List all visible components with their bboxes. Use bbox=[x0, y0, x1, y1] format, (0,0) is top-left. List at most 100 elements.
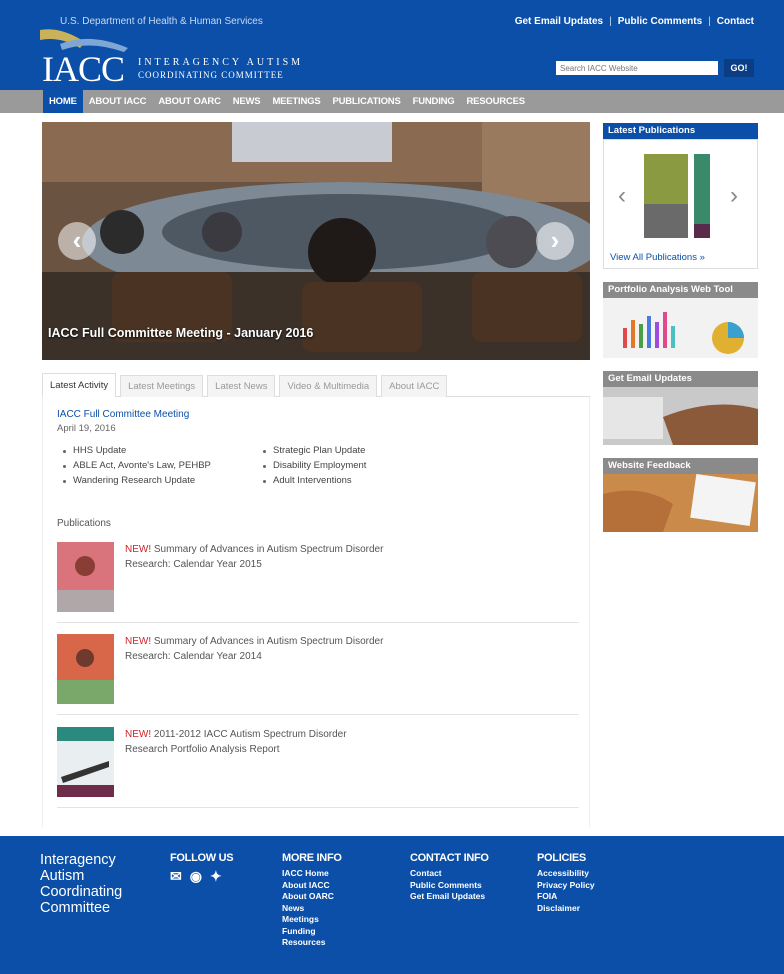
footer-link[interactable]: Accessibility bbox=[537, 868, 595, 880]
contact-link[interactable]: Contact bbox=[717, 16, 754, 27]
tab-about-iacc[interactable]: About IACC bbox=[381, 375, 448, 397]
site-footer: Interagency Autism Coordinating Committe… bbox=[0, 836, 784, 974]
publication-title-link[interactable]: NEW! Summary of Advances in Autism Spect… bbox=[125, 634, 385, 664]
new-badge: NEW! bbox=[125, 729, 152, 740]
publications-heading: Publications bbox=[57, 518, 111, 529]
footer-more-info: MORE INFO IACC Home About IACC About OAR… bbox=[282, 852, 342, 949]
latest-publications-header: Latest Publications bbox=[603, 123, 758, 139]
publication-item[interactable]: NEW! Summary of Advances in Autism Spect… bbox=[57, 542, 579, 623]
publication-title: 2011-2012 IACC Autism Spectrum Disorder … bbox=[125, 729, 347, 755]
list-item: Adult Interventions bbox=[263, 475, 463, 486]
tab-video-multimedia[interactable]: Video & Multimedia bbox=[279, 375, 378, 397]
footer-link[interactable]: Disclaimer bbox=[537, 903, 595, 915]
nav-news[interactable]: NEWS bbox=[227, 90, 267, 113]
carousel-next-icon[interactable]: › bbox=[730, 182, 738, 210]
tab-latest-meetings[interactable]: Latest Meetings bbox=[120, 375, 204, 397]
logo-subtitle-2: COORDINATING COMMITTEE bbox=[138, 70, 284, 80]
footer-link[interactable]: Meetings bbox=[282, 914, 342, 926]
publication-title: Summary of Advances in Autism Spectrum D… bbox=[125, 636, 384, 662]
hero-caption: IACC Full Committee Meeting - January 20… bbox=[48, 326, 314, 340]
divider bbox=[57, 714, 579, 715]
footer-link[interactable]: Privacy Policy bbox=[537, 880, 595, 892]
publication-cover-icon bbox=[57, 542, 114, 612]
nav-resources[interactable]: RESOURCES bbox=[460, 90, 530, 113]
footer-heading: FOLLOW US bbox=[170, 852, 234, 864]
publication-item[interactable]: NEW! Summary of Advances in Autism Spect… bbox=[57, 634, 579, 715]
footer-link[interactable]: Contact bbox=[410, 868, 489, 880]
hero-image bbox=[42, 122, 590, 360]
footer-link[interactable]: FOIA bbox=[537, 891, 595, 903]
footer-link[interactable]: About OARC bbox=[282, 891, 342, 903]
separator: | bbox=[609, 16, 612, 27]
go-button[interactable]: GO! bbox=[724, 59, 754, 77]
activity-tabs: Latest Activity Latest Meetings Latest N… bbox=[42, 373, 590, 397]
email-updates-header[interactable]: Get Email Updates bbox=[603, 371, 758, 387]
public-comments-link[interactable]: Public Comments bbox=[618, 16, 702, 27]
nav-home[interactable]: HOME bbox=[43, 90, 83, 113]
tab-latest-activity[interactable]: Latest Activity bbox=[42, 373, 117, 397]
iacc-logo[interactable]: IACC INTERAGENCY AUTISM COORDINATING COM… bbox=[40, 26, 340, 89]
laptop-image[interactable] bbox=[603, 387, 758, 445]
footer-link[interactable]: About IACC bbox=[282, 880, 342, 892]
footer-link[interactable]: Get Email Updates bbox=[410, 891, 489, 903]
nav-meetings[interactable]: MEETINGS bbox=[266, 90, 326, 113]
social-icons: ✉ ◉ ✦ bbox=[170, 868, 233, 885]
hero-prev-arrow-icon[interactable]: ‹ bbox=[58, 222, 96, 260]
footer-link[interactable]: Funding bbox=[282, 926, 342, 938]
footer-link[interactable]: Resources bbox=[282, 937, 342, 949]
logo-text: IACC bbox=[42, 49, 125, 89]
rss-icon[interactable]: ◉ bbox=[190, 868, 202, 885]
main-nav: HOME ABOUT IACC ABOUT OARC NEWS MEETINGS… bbox=[0, 90, 784, 113]
view-all-publications-link[interactable]: View All Publications » bbox=[610, 252, 705, 263]
search-input[interactable] bbox=[556, 61, 718, 75]
publication-title: Summary of Advances in Autism Spectrum D… bbox=[125, 544, 384, 570]
tab-latest-news[interactable]: Latest News bbox=[207, 375, 276, 397]
nav-funding[interactable]: FUNDING bbox=[407, 90, 461, 113]
hero-slider[interactable]: ‹ › IACC Full Committee Meeting - Januar… bbox=[42, 122, 590, 360]
twitter-icon[interactable]: ✦ bbox=[210, 868, 222, 885]
portfolio-analysis-header[interactable]: Portfolio Analysis Web Tool bbox=[603, 282, 758, 298]
footer-contact: CONTACT INFO Contact Public Comments Get… bbox=[410, 852, 489, 903]
list-item: HHS Update bbox=[63, 445, 263, 456]
email-icon[interactable]: ✉ bbox=[170, 868, 182, 885]
publication-cover-icon bbox=[57, 634, 114, 704]
nav-publications[interactable]: PUBLICATIONS bbox=[326, 90, 406, 113]
activity-date: April 19, 2016 bbox=[57, 423, 116, 434]
divider bbox=[57, 807, 579, 808]
email-updates-link[interactable]: Get Email Updates bbox=[515, 16, 603, 27]
portfolio-chart-image[interactable] bbox=[603, 298, 758, 358]
footer-policies: POLICIES Accessibility Privacy Policy FO… bbox=[537, 852, 595, 914]
footer-title: Interagency Autism Coordinating Committe… bbox=[40, 852, 123, 916]
publication-title-link[interactable]: NEW! 2011-2012 IACC Autism Spectrum Diso… bbox=[125, 727, 385, 757]
list-item: Wandering Research Update bbox=[63, 475, 263, 486]
hero-next-arrow-icon[interactable]: › bbox=[536, 222, 574, 260]
activity-bullets: HHS Update Strategic Plan Update ABLE Ac… bbox=[63, 445, 463, 486]
site-header: U.S. Department of Health & Human Servic… bbox=[0, 0, 784, 90]
publication-title-link[interactable]: NEW! Summary of Advances in Autism Spect… bbox=[125, 542, 385, 572]
publication-cover-icon bbox=[57, 727, 114, 797]
list-item: Strategic Plan Update bbox=[263, 445, 463, 456]
nav-about-oarc[interactable]: ABOUT OARC bbox=[152, 90, 226, 113]
footer-link[interactable]: News bbox=[282, 903, 342, 915]
new-badge: NEW! bbox=[125, 636, 152, 647]
publication-item[interactable]: NEW! 2011-2012 IACC Autism Spectrum Diso… bbox=[57, 727, 579, 808]
publication-cover-icon bbox=[644, 154, 710, 238]
separator: | bbox=[708, 16, 711, 27]
website-feedback-header[interactable]: Website Feedback bbox=[603, 458, 758, 474]
footer-follow: FOLLOW US ✉ ◉ ✦ bbox=[170, 852, 234, 885]
carousel-prev-icon[interactable]: ‹ bbox=[618, 182, 626, 210]
footer-link[interactable]: IACC Home bbox=[282, 868, 342, 880]
latest-publications-carousel: ‹ › View All Publications » bbox=[603, 139, 758, 269]
activity-title-link[interactable]: IACC Full Committee Meeting bbox=[57, 409, 189, 420]
feedback-image[interactable] bbox=[603, 474, 758, 532]
footer-heading: CONTACT INFO bbox=[410, 852, 489, 864]
tab-content: IACC Full Committee Meeting April 19, 20… bbox=[42, 397, 590, 827]
footer-heading: MORE INFO bbox=[282, 852, 342, 864]
logo-subtitle-1: INTERAGENCY AUTISM bbox=[138, 57, 304, 68]
footer-link[interactable]: Public Comments bbox=[410, 880, 489, 892]
new-badge: NEW! bbox=[125, 544, 152, 555]
list-item: ABLE Act, Avonte's Law, PEHBP bbox=[63, 460, 263, 471]
divider bbox=[57, 622, 579, 623]
list-item: Disability Employment bbox=[263, 460, 463, 471]
nav-about-iacc[interactable]: ABOUT IACC bbox=[83, 90, 153, 113]
